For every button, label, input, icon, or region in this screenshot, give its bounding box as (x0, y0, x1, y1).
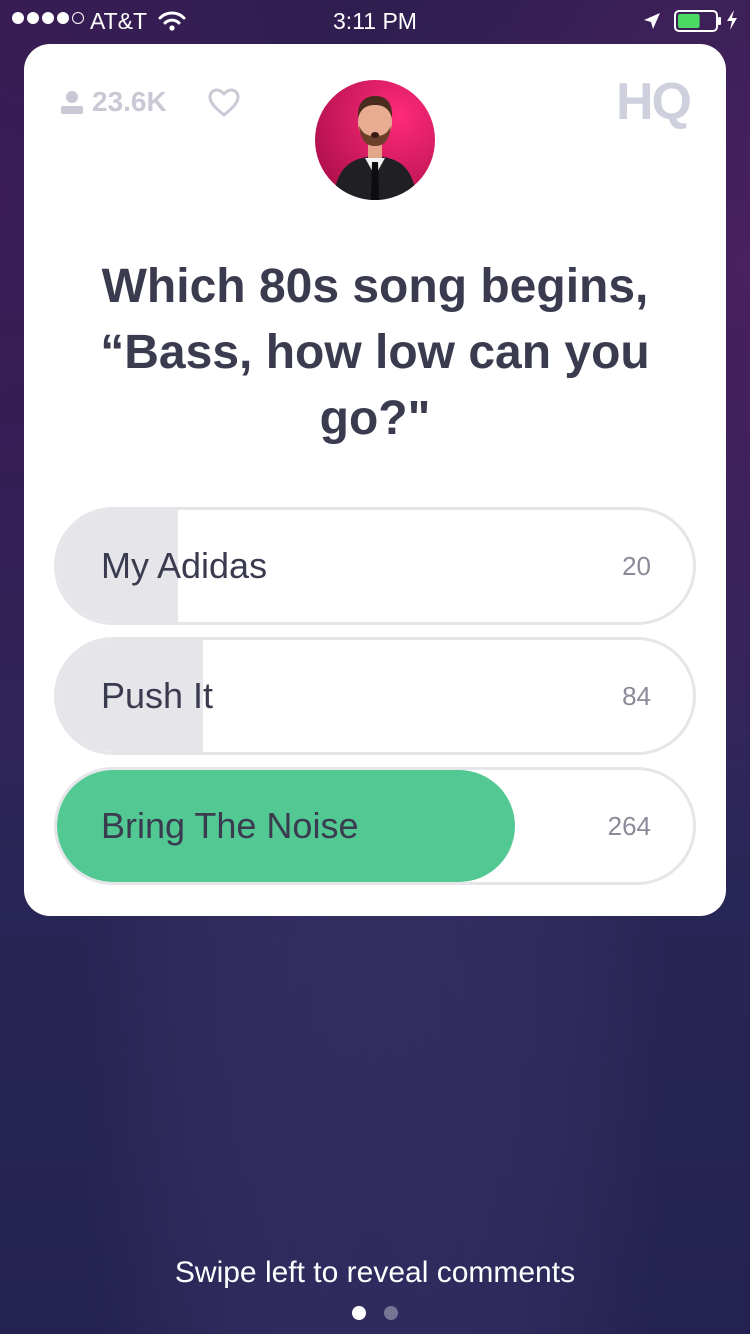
status-time: 3:11 PM (333, 8, 417, 34)
answer-option[interactable]: Bring The Noise 264 (54, 767, 696, 885)
question-card: 23.6K HQ Which 80s song begins, “Bass, h… (24, 44, 726, 916)
answer-list: My Adidas 20 Push It 84 Bring The Noise … (54, 507, 696, 897)
answer-label: Push It (101, 675, 214, 716)
answer-label: Bring The Noise (101, 805, 359, 846)
status-bar: AT&T 3:11 PM (0, 0, 750, 40)
answer-vote-count: 84 (622, 681, 651, 711)
viewer-count: 23.6K (92, 86, 167, 117)
page-dot[interactable] (384, 1306, 398, 1320)
viewer-count-group: 23.6K (60, 86, 167, 118)
location-arrow-icon (642, 10, 662, 37)
answer-option[interactable]: My Adidas 20 (54, 507, 696, 625)
page-indicator[interactable] (0, 1306, 750, 1320)
question-text: Which 80s song begins, “Bass, how low ca… (100, 260, 650, 445)
host-avatar (315, 80, 435, 200)
battery-icon (674, 10, 724, 38)
page-dot[interactable] (352, 1306, 366, 1320)
swipe-hint: Swipe left to reveal comments (174, 1256, 576, 1289)
charging-bolt-icon (725, 9, 739, 37)
hq-logo: HQ (616, 73, 692, 131)
answer-vote-count: 20 (622, 551, 651, 581)
answer-label: My Adidas (101, 545, 268, 586)
answer-option[interactable]: Push It 84 (54, 637, 696, 755)
answer-vote-count: 264 (607, 811, 651, 841)
heart-icon[interactable] (208, 88, 240, 122)
person-icon (60, 89, 84, 115)
